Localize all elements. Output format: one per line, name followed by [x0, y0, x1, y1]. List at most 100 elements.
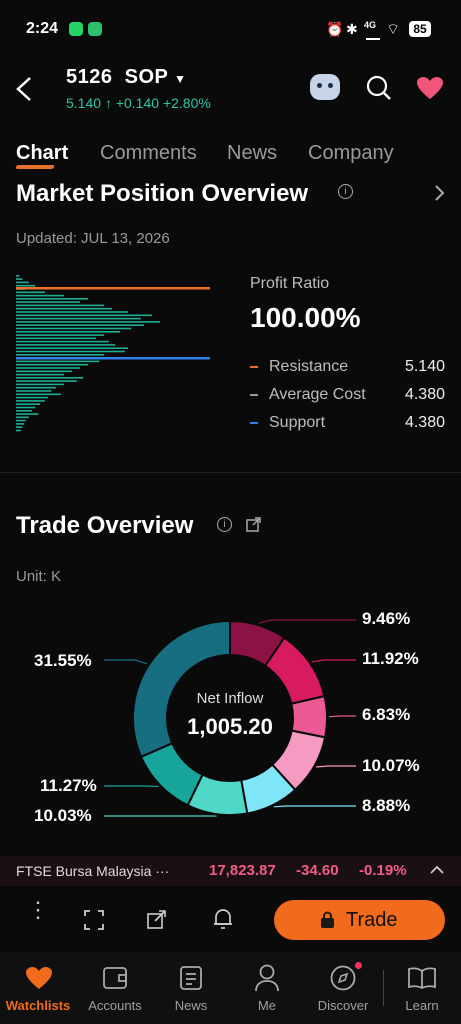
histogram-bar	[16, 321, 160, 323]
histogram-bar	[16, 400, 45, 402]
legend-value: 4.380	[404, 386, 445, 403]
histogram-bar	[16, 275, 20, 277]
resistance-line	[16, 287, 210, 290]
stock-quote: 5.140 ↑ +0.140 +2.80%	[66, 95, 211, 111]
legend-value: 4.380	[404, 414, 445, 431]
info-icon[interactable]: i	[338, 184, 353, 199]
histogram-bar	[16, 373, 64, 376]
bottom-nav: Watchlists Accounts News Me Discover Lea…	[0, 952, 461, 1024]
tab-comments[interactable]: Comments	[100, 142, 197, 165]
chevron-right-icon[interactable]	[434, 184, 446, 202]
wifi-icon: ⌔	[386, 21, 401, 38]
chevron-up-icon[interactable]	[430, 865, 444, 875]
histogram-bar	[16, 360, 100, 363]
histogram-bar	[16, 307, 112, 310]
histogram-bar	[16, 337, 96, 340]
nav-label: Accounts	[88, 998, 142, 1013]
status-time: 2:24	[26, 20, 59, 37]
news-icon	[180, 966, 202, 990]
histogram-bar	[16, 423, 24, 425]
histogram-bar	[16, 291, 45, 294]
unit-label: Unit: K	[16, 568, 62, 585]
share-icon[interactable]	[246, 516, 262, 532]
histogram-bar	[16, 386, 56, 389]
whatsapp-icon	[69, 22, 83, 36]
favorite-heart-icon[interactable]	[416, 76, 444, 100]
share-icon[interactable]	[147, 909, 167, 929]
stock-price: 5.140	[66, 95, 102, 111]
histogram-bar	[16, 390, 52, 392]
bluetooth-icon: ✱	[346, 21, 358, 37]
signal-icon	[366, 30, 380, 40]
net-inflow-label: Net Inflow	[196, 690, 264, 707]
histogram-bar	[16, 327, 132, 330]
nav-label: Me	[257, 998, 277, 1013]
search-icon[interactable]	[366, 75, 392, 101]
active-tab-indicator	[15, 165, 55, 169]
histogram-bar	[16, 350, 125, 353]
legend-label: Average Cost	[269, 386, 366, 403]
index-change: -34.60	[296, 862, 339, 879]
tab-news[interactable]: News	[227, 142, 277, 165]
histogram-bar	[16, 331, 120, 333]
index-name: FTSE Bursa Malaysia ···	[16, 863, 170, 879]
legend-label: Support	[269, 414, 326, 431]
profit-ratio-value: 100.00%	[250, 302, 361, 333]
histogram-bar	[16, 367, 80, 369]
histogram-bar	[16, 410, 32, 412]
updated-date: Updated: JUL 13, 2026	[16, 230, 170, 247]
histogram-bar	[16, 426, 23, 428]
slice-label: 31.55%	[34, 651, 92, 670]
compass-icon	[330, 965, 356, 991]
stock-title[interactable]: 5126 SOP ▼	[66, 66, 186, 89]
wallet-icon	[103, 967, 127, 989]
fullscreen-icon[interactable]	[84, 910, 104, 930]
profile-icon	[255, 964, 279, 992]
stock-change-pct: +2.80%	[162, 95, 211, 111]
trade-button[interactable]: Trade	[274, 900, 445, 940]
index-value: 17,823.87	[209, 862, 276, 879]
nav-label: Learn	[405, 998, 439, 1013]
back-icon[interactable]	[14, 76, 34, 102]
robot-assistant-icon[interactable]	[310, 74, 340, 100]
nav-label: News	[174, 998, 208, 1013]
leader-line	[104, 659, 148, 665]
legend-label: Resistance	[269, 358, 349, 375]
histogram-bar	[16, 377, 84, 379]
histogram-bar	[16, 317, 141, 320]
histogram-bar	[16, 311, 128, 313]
histogram-bar	[16, 298, 88, 300]
stock-name: SOP	[124, 66, 168, 88]
index-ticker[interactable]: FTSE Bursa Malaysia ··· 17,823.87 -34.60…	[0, 856, 461, 886]
battery-indicator: 85	[409, 21, 431, 37]
stock-code: 5126	[66, 66, 113, 88]
slice-label: 9.46%	[362, 609, 411, 628]
notification-dot	[355, 962, 362, 969]
more-options-icon[interactable]: ⋮	[27, 899, 49, 921]
heart-icon	[26, 967, 52, 989]
price-alert-icon[interactable]	[212, 907, 234, 931]
info-icon[interactable]: i	[217, 517, 232, 532]
slice-label: 8.88%	[362, 796, 411, 815]
slice-label: 11.92%	[362, 649, 419, 668]
network-label: 4G	[364, 20, 377, 30]
status-bar: 2:24 ⏰ ✱ 4G ⌔ 85	[0, 18, 461, 42]
lock-icon	[321, 911, 334, 928]
histogram-bar	[16, 403, 40, 405]
tab-company[interactable]: Company	[308, 142, 394, 165]
market-position-title: Market Position Overview	[16, 180, 309, 207]
histogram-bar	[16, 416, 29, 419]
stock-change: +0.140	[115, 95, 160, 111]
leader-line	[315, 765, 356, 768]
action-toolbar: ⋮ Trade	[0, 892, 461, 948]
histogram-bar	[16, 383, 64, 386]
leader-line	[104, 785, 159, 788]
histogram-bar	[16, 284, 36, 287]
average-cost-dash	[250, 394, 258, 396]
histogram-bar	[16, 419, 26, 422]
chip-distribution-chart	[16, 275, 210, 432]
leader-line	[258, 619, 356, 624]
tab-chart[interactable]: Chart	[16, 142, 68, 165]
profit-ratio-label: Profit Ratio	[250, 275, 330, 292]
histogram-bar	[16, 396, 48, 399]
